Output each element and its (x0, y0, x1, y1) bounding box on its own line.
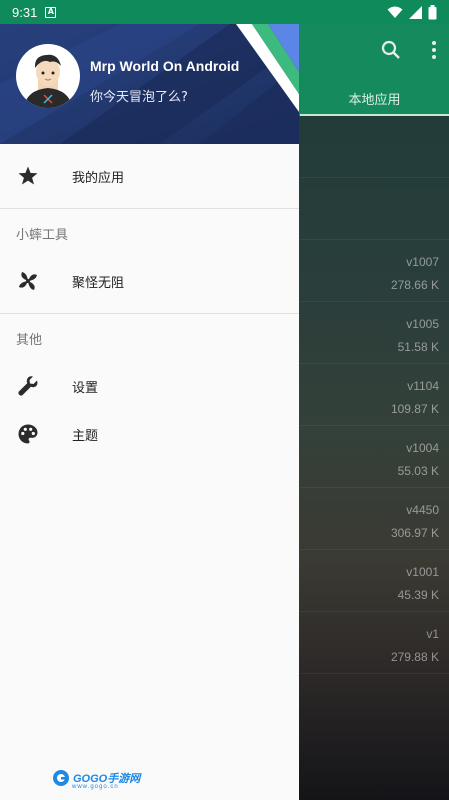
watermark: GOGO手游网 www.gogo.cn (52, 768, 140, 790)
battery-icon (428, 4, 437, 19)
list-item-size: 45.39 K (397, 588, 439, 602)
menu-item-label: 设置 (72, 380, 99, 396)
section-title-other: 其他 (16, 332, 43, 348)
menu-item-settings[interactable]: 设置 (0, 362, 299, 410)
list-item[interactable]: v1001 45.39 K (300, 550, 449, 612)
list-item-size: 279.88 K (390, 650, 439, 664)
header-subtitle: 你今天冒泡了么? (90, 90, 188, 105)
list-item-version: v1104 (407, 379, 439, 393)
list-item-version: v1001 (406, 565, 439, 579)
list-item-size: 278.66 K (390, 278, 439, 292)
tab-local-apps[interactable]: 本地应用 (300, 89, 449, 108)
search-icon[interactable] (381, 40, 401, 60)
list-item-version: v4450 (406, 503, 439, 517)
list-item[interactable]: v1 279.88 K (300, 612, 449, 674)
list-item-version: v1 (426, 627, 439, 641)
avatar[interactable] (16, 44, 80, 108)
list-item-version: v1007 (406, 255, 439, 269)
status-icons (387, 4, 437, 20)
list-item-size: 51.58 K (397, 340, 439, 354)
menu-item-label: 主题 (72, 428, 99, 444)
section-title-tools: 小蟀工具 (16, 227, 69, 243)
menu-item-label: 我的应用 (72, 170, 125, 186)
app-notification-icon: A (45, 6, 57, 18)
list-item[interactable]: v4450 306.97 K (300, 488, 449, 550)
palette-icon (18, 424, 38, 444)
status-bar: 9:31 A (0, 0, 449, 24)
list-item-version: v1005 (406, 317, 439, 331)
list-item-size: 109.87 K (390, 402, 439, 416)
status-time: 9:31 (12, 4, 38, 20)
list-item-size: 55.03 K (397, 464, 439, 478)
pinwheel-icon (19, 272, 37, 290)
menu-item-label: 聚怪无阻 (72, 275, 125, 291)
list-item-size: 306.97 K (390, 526, 439, 540)
list-item[interactable] (300, 178, 449, 240)
list-item-version: v1004 (406, 441, 439, 455)
wifi-icon (387, 6, 403, 18)
list-item[interactable]: v1004 55.03 K (300, 426, 449, 488)
star-icon (18, 166, 38, 185)
list-item[interactable]: v1104 109.87 K (300, 364, 449, 426)
gogo-logo-icon (53, 770, 69, 786)
menu-item-theme[interactable]: 主题 (0, 410, 299, 458)
watermark-url: www.gogo.cn (72, 784, 119, 790)
menu-item-my-apps[interactable]: 我的应用 (0, 152, 299, 200)
navigation-drawer: Mrp World On Android 你今天冒泡了么? 我的应用 小蟀工具 … (0, 24, 299, 800)
user-avatar-icon (24, 54, 72, 108)
list-item[interactable]: v1005 51.58 K (300, 302, 449, 364)
more-vert-icon[interactable] (431, 40, 437, 60)
header-title: Mrp World On Android (90, 58, 240, 74)
list-item[interactable] (300, 116, 449, 178)
menu-item-tool[interactable]: 聚怪无阻 (0, 257, 299, 305)
wrench-icon (18, 376, 38, 396)
cell-signal-icon (409, 5, 422, 19)
drawer-header: Mrp World On Android 你今天冒泡了么? (0, 24, 299, 144)
drawer-menu: 我的应用 小蟀工具 聚怪无阻 其他 设置 主题 (0, 144, 299, 458)
list-item[interactable]: v1007 278.66 K (300, 240, 449, 302)
